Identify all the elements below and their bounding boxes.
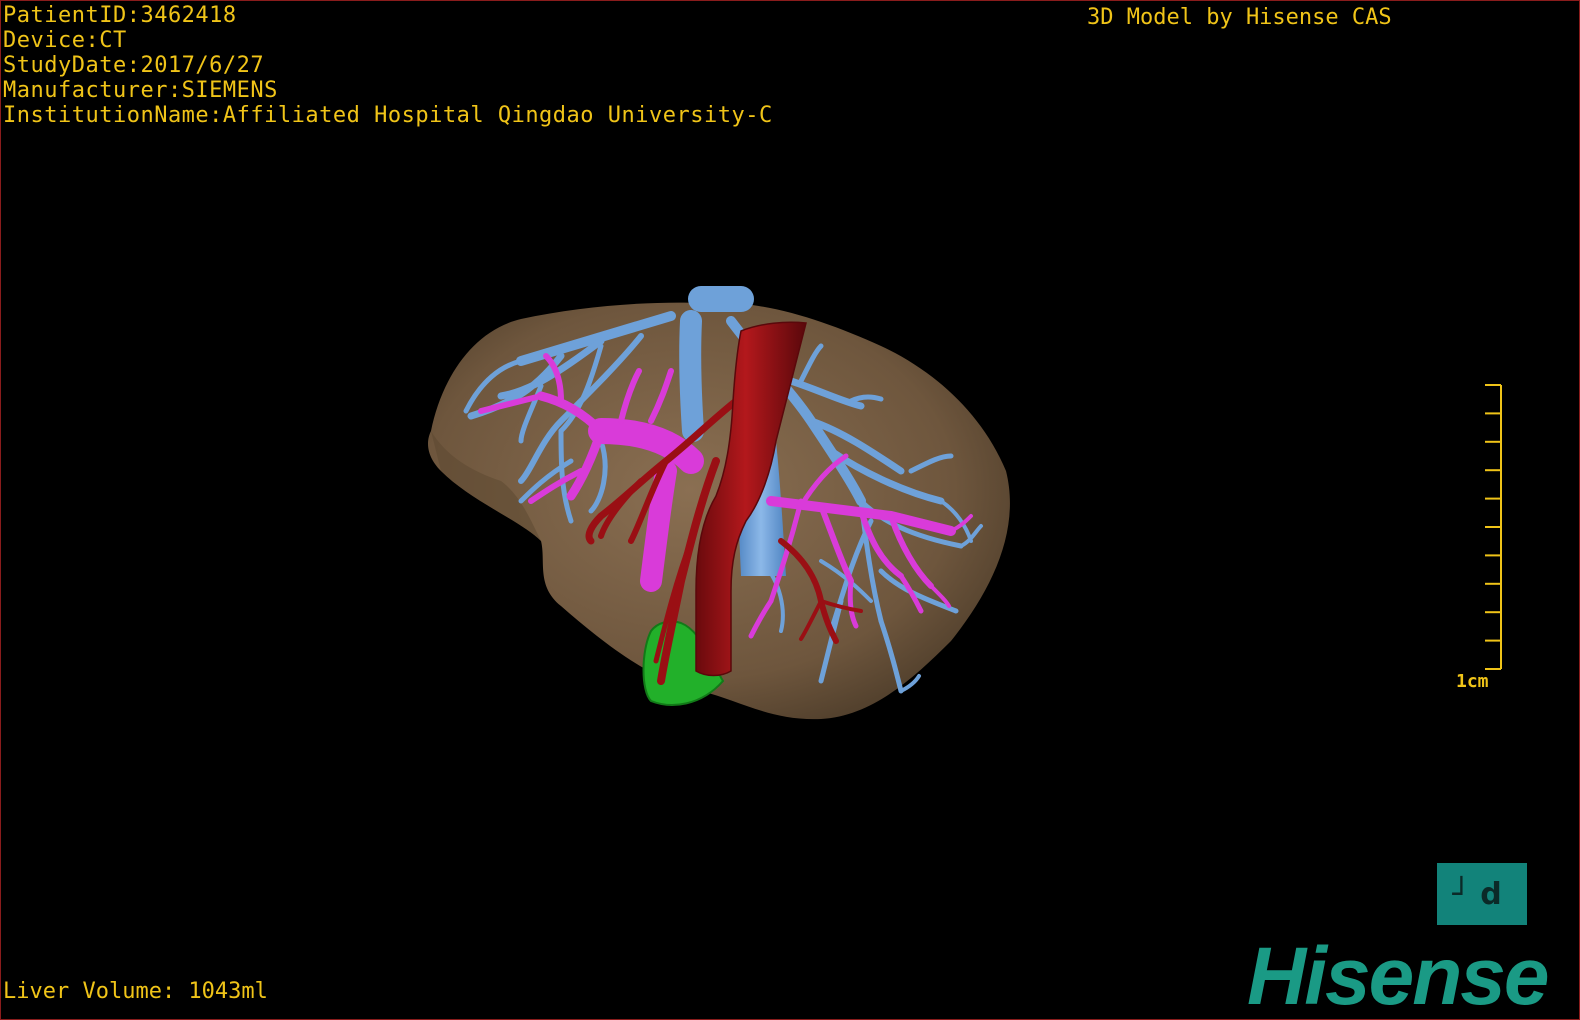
orientation-marker-button[interactable]: ┘d [1437, 863, 1527, 925]
scale-bar [1485, 384, 1502, 670]
hisense-logo: Hisense [1247, 931, 1550, 1020]
scale-bar-label: 1cm [1456, 671, 1489, 692]
liver-3d-model[interactable] [1, 1, 1579, 1019]
3d-viewport[interactable]: PatientID:3462418 Device:CT StudyDate:20… [0, 0, 1580, 1020]
orientation-marker-icon: ┘d [1452, 876, 1512, 912]
liver-volume-label: Liver Volume: 1043ml [3, 979, 268, 1004]
